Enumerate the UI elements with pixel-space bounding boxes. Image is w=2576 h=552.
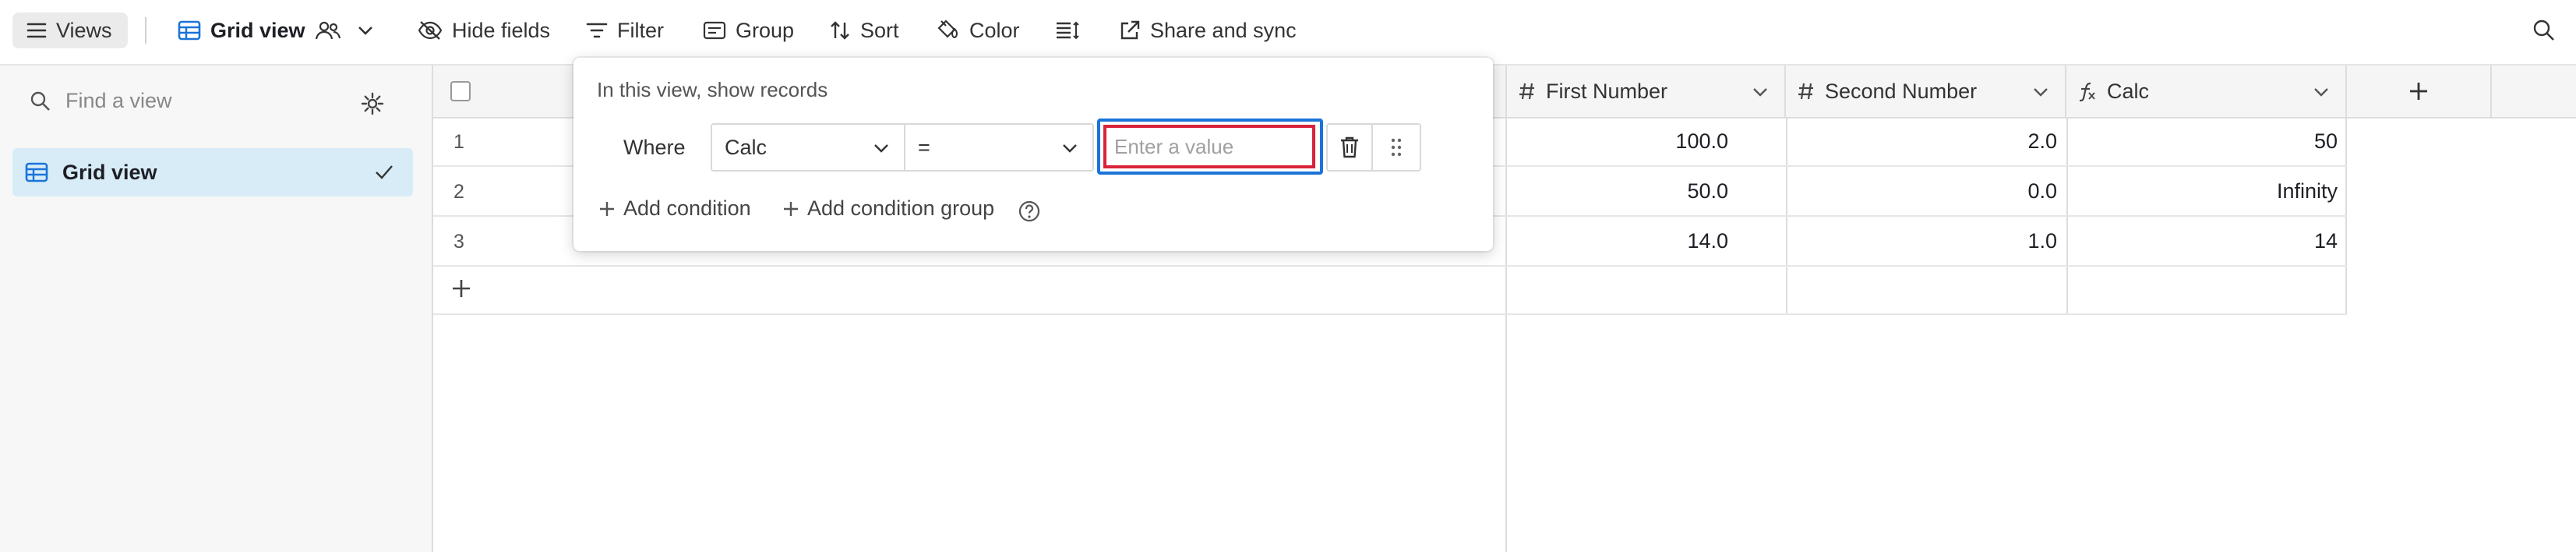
chevron-down-icon[interactable] [1752,86,1769,98]
add-field-button[interactable] [2347,65,2492,117]
number-icon [1519,83,1534,100]
row-divider [433,313,2347,315]
view-switcher[interactable]: Grid view [178,12,376,48]
filter-popover: In this view, show records Where Calc = … [573,58,1493,251]
chevron-down-icon [1063,144,1077,153]
cell-first-number[interactable]: 50.0 [1519,179,1728,203]
add-record-button[interactable] [450,278,472,299]
search-button[interactable] [2532,12,2556,48]
row-divider [433,265,2347,267]
help-button[interactable] [1018,200,1041,223]
grid-view-icon [25,162,48,182]
sort-button[interactable]: Sort [829,12,899,48]
sidebar-item-grid-view[interactable]: Grid view [12,148,413,196]
filter-operator-select[interactable]: = [904,123,1094,172]
group-icon [703,21,726,40]
add-condition-label: Add condition [623,196,751,220]
number-icon [1798,83,1813,100]
cell-calc[interactable]: Infinity [2079,179,2338,203]
cell-second-number[interactable]: 2.0 [1798,129,2057,154]
collaborators-icon [315,21,341,40]
select-all-checkbox[interactable] [450,81,471,101]
row-height-icon [1057,21,1079,40]
plus-icon [2410,83,2427,100]
row-number: 1 [453,131,464,153]
menu-icon [26,23,47,38]
drag-handle-icon [1391,138,1402,157]
chevron-down-icon[interactable] [2032,86,2049,98]
plus-icon [453,280,470,297]
sidebar-item-label: Grid view [62,161,157,184]
filter-button[interactable]: Filter [586,12,664,48]
external-share-icon [1120,20,1140,40]
where-label: Where [623,136,686,159]
view-toolbar: Views Grid view Hide fields Filter Group… [0,0,2576,65]
column-header-label: Second Number [1825,79,1978,103]
delete-condition-button[interactable] [1326,123,1373,172]
column-header-second-number[interactable]: Second Number [1786,65,2066,117]
share-sync-button[interactable]: Share and sync [1119,12,1297,48]
find-view-placeholder: Find a view [65,89,172,112]
hide-fields-label: Hide fields [452,18,551,42]
view-name: Grid view [210,18,305,42]
filter-field-value: Calc [725,135,768,159]
cell-second-number[interactable]: 1.0 [1798,229,2057,253]
plus-icon [600,201,614,216]
hide-fields-button[interactable]: Hide fields [418,12,550,48]
eye-slash-icon [418,21,443,40]
chevron-down-icon [874,144,888,153]
paint-bucket-icon [937,19,958,39]
color-label: Color [969,18,1020,42]
help-icon [1018,200,1040,222]
column-header-label: First Number [1546,79,1668,103]
view-settings-button[interactable] [360,91,385,116]
find-view-search[interactable]: Find a view [30,89,172,113]
cell-first-number[interactable]: 14.0 [1519,229,1728,253]
row-height-button[interactable] [1055,12,1080,48]
row-number: 3 [453,231,464,253]
search-icon [30,91,50,111]
gear-icon [361,92,384,115]
share-sync-label: Share and sync [1150,18,1297,42]
cell-second-number[interactable]: 0.0 [1798,179,2057,203]
check-icon [376,165,393,179]
filter-operator-value: = [918,135,930,159]
cell-calc[interactable]: 50 [2079,129,2338,154]
column-header-label: Calc [2107,79,2150,103]
group-label: Group [736,18,795,42]
filter-value-input[interactable] [1103,125,1315,168]
drag-condition-handle[interactable] [1371,123,1421,172]
toolbar-divider [145,17,146,44]
frozen-column-divider [1505,117,1507,552]
add-condition-group-label: Add condition group [807,196,995,220]
filter-popover-title: In this view, show records [597,78,828,101]
group-button[interactable]: Group [703,12,794,48]
column-header-calc[interactable]: Calc [2066,65,2347,117]
sort-label: Sort [860,18,899,42]
grid-view-icon [178,20,201,41]
column-header-first-number[interactable]: First Number [1507,65,1786,117]
add-condition-button[interactable]: Add condition [598,196,751,221]
plus-icon [784,201,798,216]
filter-icon [586,23,608,38]
trash-icon [1341,136,1358,158]
sort-icon [831,21,849,40]
color-button[interactable]: Color [935,12,1020,48]
row-number: 2 [453,181,464,203]
views-label: Views [56,18,112,42]
cell-first-number[interactable]: 100.0 [1519,129,1728,154]
filter-label: Filter [617,18,664,42]
chevron-down-icon[interactable] [2313,86,2330,98]
chevron-down-icon [358,27,372,35]
views-button[interactable]: Views [12,12,128,48]
filter-field-select[interactable]: Calc [711,123,905,172]
add-condition-group-button[interactable]: Add condition group [782,196,994,221]
formula-icon [2079,82,2095,101]
search-icon [2533,19,2554,41]
views-sidebar [0,65,433,552]
cell-calc[interactable]: 14 [2079,229,2338,253]
